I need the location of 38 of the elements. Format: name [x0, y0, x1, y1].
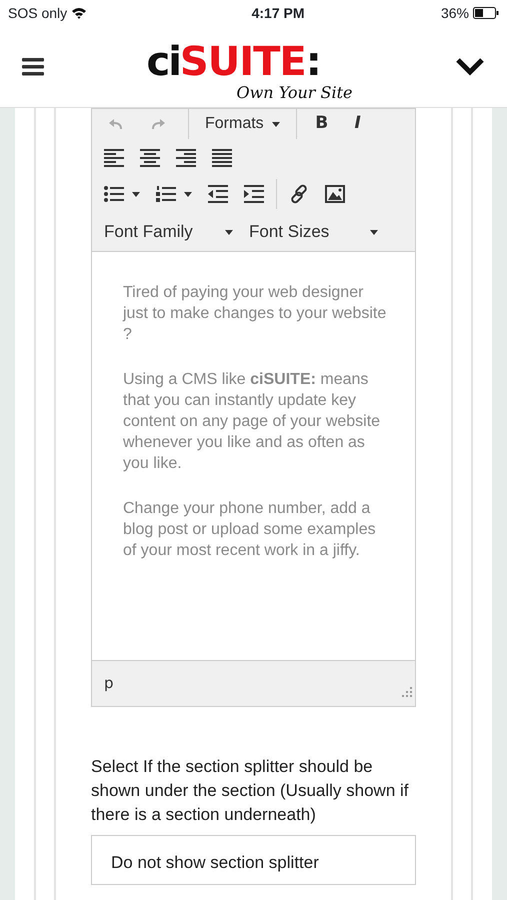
logo-text: ciSUITE: — [146, 39, 322, 85]
italic-button[interactable]: I — [342, 109, 373, 139]
font-size-dropdown[interactable]: Font Sizes — [241, 213, 386, 251]
editor-paragraph: Using a CMS like ciSUITE: means that you can instantly update key content on any page of your website whenever you like and as often as you like. — [123, 370, 382, 474]
caret-icon — [370, 230, 378, 234]
wifi-icon — [71, 7, 88, 19]
align-center-icon — [140, 149, 160, 167]
splitter-label: Select If the section splitter should be shown under the section (Usually shown if there is a section underneath) — [91, 756, 410, 826]
clock-text: 4:17 PM — [252, 4, 305, 22]
logo-tagline: Own Your Site — [236, 83, 353, 102]
numbered-list-icon — [156, 185, 176, 203]
caret-icon — [184, 192, 192, 196]
caret-icon — [272, 122, 280, 126]
editor-paragraph: Tired of paying your web designer just to make changes to your website ? — [123, 283, 387, 345]
outdent-icon — [208, 185, 228, 203]
undo-icon — [108, 118, 124, 130]
formats-dropdown[interactable]: Formats — [193, 109, 292, 139]
chevron-down-icon — [455, 57, 485, 78]
battery-icon — [473, 7, 499, 19]
redo-icon — [150, 118, 166, 130]
align-justify-icon — [212, 149, 232, 167]
align-right-icon — [176, 149, 196, 167]
carrier-text: SOS only — [8, 4, 68, 23]
link-icon — [289, 184, 309, 204]
indent-icon — [244, 185, 264, 203]
menu-icon — [22, 58, 44, 76]
align-left-icon — [104, 149, 124, 167]
battery-text: 36% — [440, 4, 469, 22]
resize-handle-icon — [402, 686, 412, 697]
splitter-select[interactable]: Do not show section splitter — [91, 835, 416, 885]
image-icon — [325, 185, 345, 203]
element-path-text: p — [104, 673, 114, 694]
bulleted-list-icon — [104, 185, 124, 203]
font-family-dropdown[interactable]: Font Family — [96, 213, 241, 251]
editor-paragraph: Change your phone number, add a blog post or upload some examples of your most recent work in a jiffy. — [123, 499, 377, 561]
bold-button[interactable]: B — [306, 109, 337, 139]
caret-icon — [132, 192, 140, 196]
caret-icon — [225, 230, 233, 234]
